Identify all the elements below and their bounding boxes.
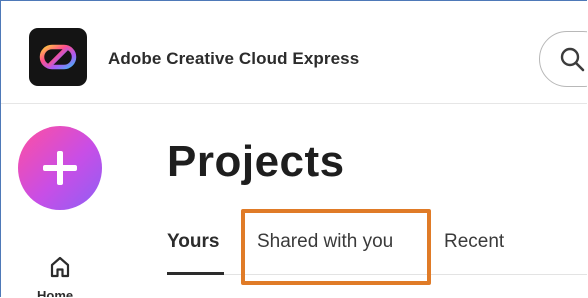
top-bar: Adobe Creative Cloud Express [1, 1, 587, 104]
creative-cloud-logo-icon[interactable] [29, 28, 87, 86]
selected-tab-indicator [167, 272, 224, 275]
search-button[interactable] [539, 31, 587, 87]
tab-recent[interactable]: Recent [444, 231, 504, 253]
app-window: Adobe Creative Cloud Express Home Projec… [0, 0, 587, 297]
search-icon [560, 47, 585, 72]
page-title: Projects [167, 137, 345, 186]
tab-yours[interactable]: Yours [167, 231, 219, 253]
app-title: Adobe Creative Cloud Express [108, 49, 360, 68]
create-new-button[interactable] [18, 126, 102, 210]
highlight-annotation-box [241, 209, 431, 285]
sidebar-item-home-label[interactable]: Home [37, 288, 73, 297]
home-icon[interactable] [49, 255, 71, 279]
